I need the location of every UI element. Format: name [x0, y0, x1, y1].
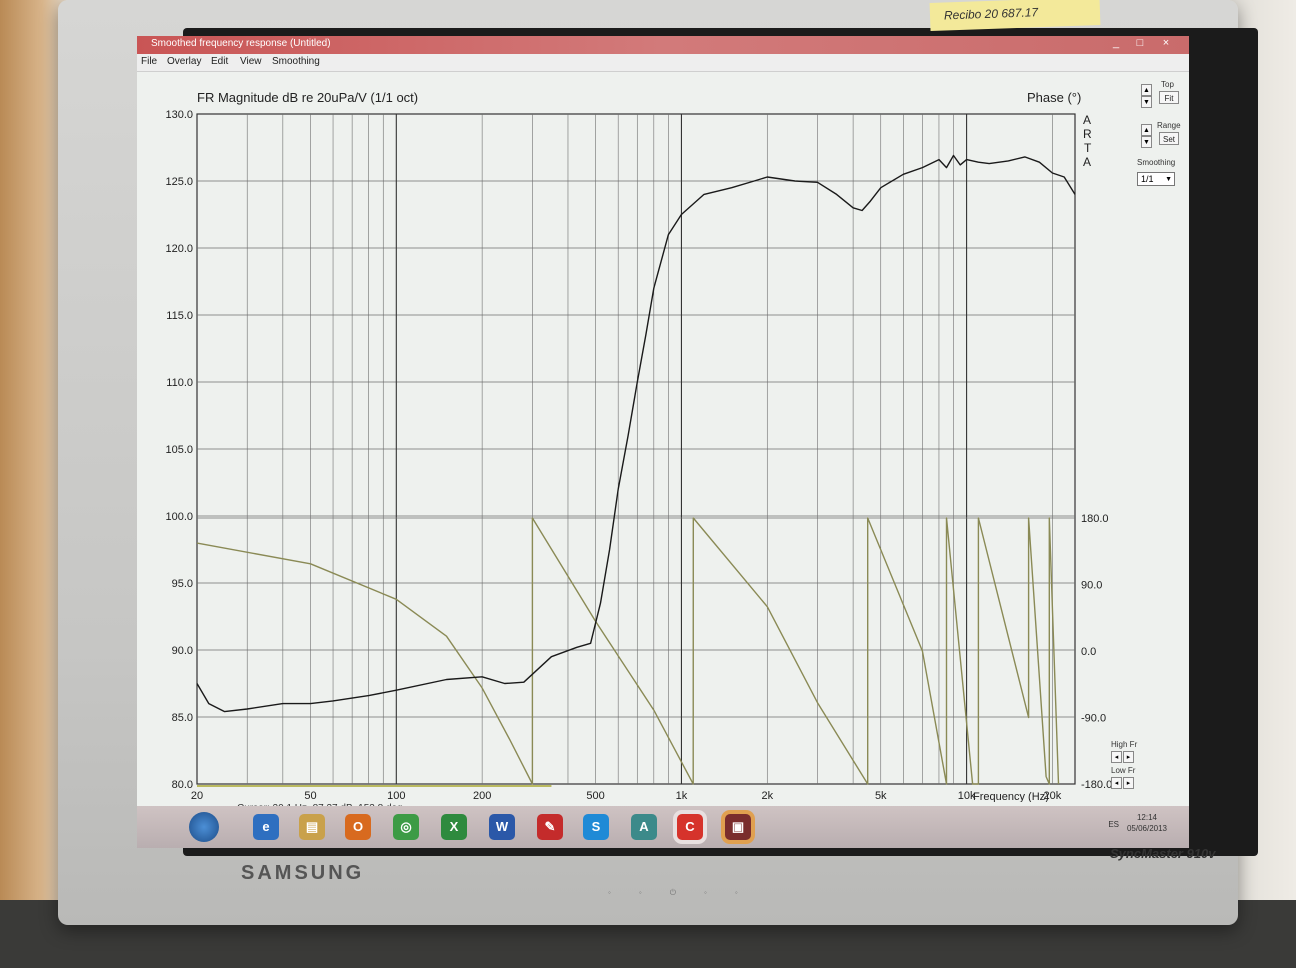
y-right-tick-label: 90.0: [1081, 580, 1102, 592]
y-left-tick-label: 95.0: [172, 578, 193, 590]
y-right-tick-label: 180.0: [1081, 513, 1109, 525]
close-button[interactable]: ×: [1155, 37, 1177, 49]
ie-icon[interactable]: e: [253, 814, 279, 840]
x-tick-label: 100: [387, 790, 405, 802]
phase-series: [196, 517, 1060, 787]
y-left-tick-label: 130.0: [165, 109, 193, 121]
y-left-tick-label: 120.0: [165, 243, 193, 255]
frequency-response-chart[interactable]: 130.0 125.0 120.0 115.0 110.0 105.0 100.0 95.0 9…: [145, 74, 1145, 802]
arta-letter: A: [1083, 155, 1091, 169]
low-fr-label: Low Fr: [1111, 766, 1136, 775]
monitor-model: SyncMaster 910v: [1110, 846, 1216, 861]
y-left-tick-label: 80.0: [172, 779, 193, 791]
acrobat-icon[interactable]: ✎: [537, 814, 563, 840]
word-icon[interactable]: W: [489, 814, 515, 840]
y-left-tick-label: 90.0: [172, 645, 193, 657]
magnitude-series: [196, 154, 1076, 713]
y-right-tick-label: -90.0: [1081, 713, 1106, 725]
x-tick-label: 500: [586, 790, 604, 802]
menu-edit[interactable]: Edit: [211, 56, 228, 67]
phase-line: [196, 517, 1060, 785]
low-fr-left-arrow[interactable]: ◂: [1111, 777, 1122, 789]
x-tick-label: 5k: [875, 790, 887, 802]
smoothing-select[interactable]: 1/1 ▼: [1137, 172, 1175, 186]
top-down-arrow[interactable]: ▼: [1141, 96, 1152, 108]
y-left-tick-label: 85.0: [172, 712, 193, 724]
clock-date: 05/06/2013: [1126, 824, 1167, 833]
low-fr-right-arrow[interactable]: ▸: [1123, 777, 1134, 789]
taskbar: e ▤ O ◎ X W ✎ S A C ▣ ES 12:14 05/06/201…: [137, 806, 1189, 848]
arta-letter: R: [1083, 127, 1092, 141]
monitor-button[interactable]: ◦: [704, 888, 707, 906]
x-tick-label: 200: [473, 790, 491, 802]
y-left-tick-label: 105.0: [165, 444, 193, 456]
monitor-brand: SAMSUNG: [241, 862, 365, 884]
top-label: Top: [1161, 80, 1174, 89]
range-label: Range: [1157, 121, 1181, 130]
outlook-icon[interactable]: O: [345, 814, 371, 840]
side-panel: Top ▲ ▼ Fit Range ▲ ▼ Set Smoothing 1/1 …: [1111, 80, 1189, 800]
range-up-arrow[interactable]: ▲: [1141, 124, 1152, 136]
y-left-tick-label: 115.0: [166, 310, 193, 322]
monitor-buttons: ◦ ◦ ⏻ ◦ ◦: [608, 888, 888, 906]
arta-letter: T: [1084, 141, 1092, 155]
y-right-tick-label: 0.0: [1081, 646, 1096, 658]
arta-letter: A: [1083, 113, 1091, 127]
smoothing-label: Smoothing: [1137, 158, 1176, 167]
screen: Smoothed frequency response (Untitled) _…: [137, 36, 1189, 848]
high-fr-label: High Fr: [1111, 740, 1138, 749]
fit-button[interactable]: Fit: [1159, 91, 1179, 104]
skype-icon[interactable]: S: [583, 814, 609, 840]
monitor-button[interactable]: ◦: [639, 888, 642, 906]
range-down-arrow[interactable]: ▼: [1141, 136, 1152, 148]
window-titlebar[interactable]: Smoothed frequency response (Untitled) _…: [137, 36, 1189, 54]
x-axis-label: Frequency (Hz): [973, 791, 1049, 802]
start-button[interactable]: [189, 812, 219, 842]
ccleaner-icon[interactable]: C: [677, 814, 703, 840]
minimize-button[interactable]: _: [1105, 37, 1127, 49]
menu-smoothing[interactable]: Smoothing: [272, 56, 320, 67]
high-fr-right-arrow[interactable]: ▸: [1123, 751, 1134, 763]
y-left-ticks: 130.0 125.0 120.0 115.0 110.0 105.0 100.0 95.0 9…: [165, 109, 193, 791]
x-tick-label: 2k: [761, 790, 773, 802]
monitor-power-button[interactable]: ⏻: [670, 888, 676, 906]
x-tick-label: 50: [304, 790, 316, 802]
left-axis-title: FR Magnitude dB re 20uPa/V (1/1 oct): [197, 90, 418, 105]
excel-icon[interactable]: X: [441, 814, 467, 840]
menu-view[interactable]: View: [240, 56, 262, 67]
y-right-ticks: 180.0 90.0 0.0 -90.0 -180.0: [1081, 513, 1112, 791]
plot-area[interactable]: 130.0 125.0 120.0 115.0 110.0 105.0 100.0 95.0 9…: [145, 74, 1145, 802]
x-tick-label: 20: [191, 790, 203, 802]
tray-language[interactable]: ES: [1108, 820, 1119, 829]
monitor-button[interactable]: ◦: [735, 888, 738, 906]
chevron-down-icon: ▼: [1165, 176, 1172, 183]
high-fr-left-arrow[interactable]: ◂: [1111, 751, 1122, 763]
arta-icon[interactable]: A: [631, 814, 657, 840]
set-button[interactable]: Set: [1159, 132, 1179, 145]
menu-overlay[interactable]: Overlay: [167, 56, 201, 67]
taskbar-clock[interactable]: 12:14 05/06/2013: [1127, 812, 1167, 834]
media-icon[interactable]: ▣: [725, 814, 751, 840]
right-axis-title: Phase (°): [1027, 90, 1081, 105]
x-ticks: 20 50 100 200 500 1k 2k 5k 10k 20k: [191, 790, 1062, 802]
x-tick-label: 1k: [676, 790, 688, 802]
y-left-tick-label: 100.0: [165, 511, 193, 523]
monitor-button[interactable]: ◦: [608, 888, 611, 906]
clock-time: 12:14: [1136, 813, 1157, 822]
y-right-tick-label: -180.0: [1081, 779, 1112, 791]
window-title: Smoothed frequency response (Untitled): [151, 38, 331, 49]
chrome-icon[interactable]: ◎: [393, 814, 419, 840]
smoothing-value: 1/1: [1141, 174, 1154, 184]
y-left-tick-label: 125.0: [165, 176, 193, 188]
menu-file[interactable]: File: [141, 56, 157, 67]
magnitude-line: [196, 154, 1076, 713]
y-left-tick-label: 110.0: [166, 377, 193, 389]
maximize-button[interactable]: □: [1129, 37, 1151, 49]
top-up-arrow[interactable]: ▲: [1141, 84, 1152, 96]
menu-bar: File Overlay Edit View Smoothing: [137, 54, 1189, 72]
folder-icon[interactable]: ▤: [299, 814, 325, 840]
